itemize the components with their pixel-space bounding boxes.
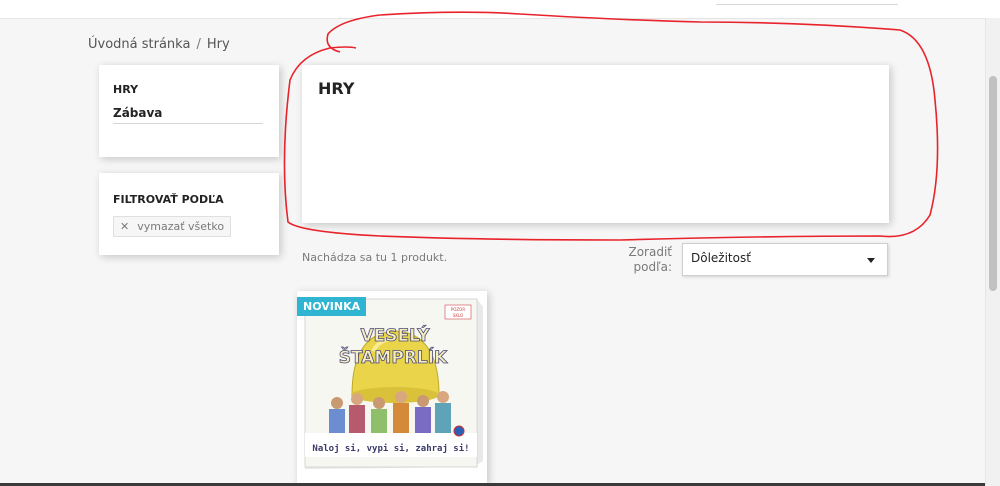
top-search-input[interactable] bbox=[716, 0, 898, 5]
close-icon: ✕ bbox=[120, 220, 130, 233]
box-title-line1: VESELÝ bbox=[360, 324, 430, 346]
chevron-down-icon bbox=[867, 258, 875, 263]
page-title: HRY bbox=[318, 79, 355, 98]
new-badge: NOVINKA bbox=[297, 297, 367, 316]
box-corner-label: POZOR bbox=[451, 307, 465, 312]
filter-panel: FILTROVAŤ PODĽA ✕ vymazať všetko bbox=[99, 173, 279, 255]
clear-filters-label: vymazať všetko bbox=[137, 220, 225, 233]
subcategory-link[interactable]: Zábava bbox=[113, 106, 263, 124]
box-title-line2: ŠTAMPRLÍK bbox=[339, 346, 448, 368]
page-scrollbar[interactable] bbox=[985, 18, 1000, 486]
scrollbar-thumb[interactable] bbox=[989, 76, 997, 291]
breadcrumb-current[interactable]: Hry bbox=[207, 37, 230, 52]
filter-title: FILTROVAŤ PODĽA bbox=[113, 193, 224, 206]
sort-select[interactable]: Dôležitosť bbox=[682, 243, 888, 276]
breadcrumb: Úvodná stránka / Hry bbox=[88, 37, 230, 52]
top-bar bbox=[0, 0, 1000, 19]
box-corner-label2: SKLO bbox=[453, 313, 463, 318]
category-panel: HRY Zábava bbox=[99, 65, 279, 157]
product-count: Nachádza sa tu 1 produkt. bbox=[302, 251, 448, 264]
breadcrumb-separator: / bbox=[196, 37, 201, 52]
product-card[interactable]: NOVINKA VESELÝ ŠTAMPRLÍK Naloj si, vypi … bbox=[297, 291, 487, 483]
category-title[interactable]: HRY bbox=[113, 83, 265, 96]
flag-icon bbox=[453, 425, 465, 437]
product-image[interactable]: VESELÝ ŠTAMPRLÍK Naloj si, vypi si, zahr… bbox=[297, 291, 487, 483]
category-header-panel: HRY bbox=[302, 65, 889, 223]
sort-selected-value: Dôležitosť bbox=[691, 251, 751, 265]
clear-filters-button[interactable]: ✕ vymazať všetko bbox=[113, 216, 232, 237]
sort-label: Zoradiť podľa: bbox=[628, 245, 672, 274]
breadcrumb-home-link[interactable]: Úvodná stránka bbox=[88, 37, 190, 52]
box-tagline: Naloj si, vypi si, zahraj si! bbox=[312, 443, 469, 454]
